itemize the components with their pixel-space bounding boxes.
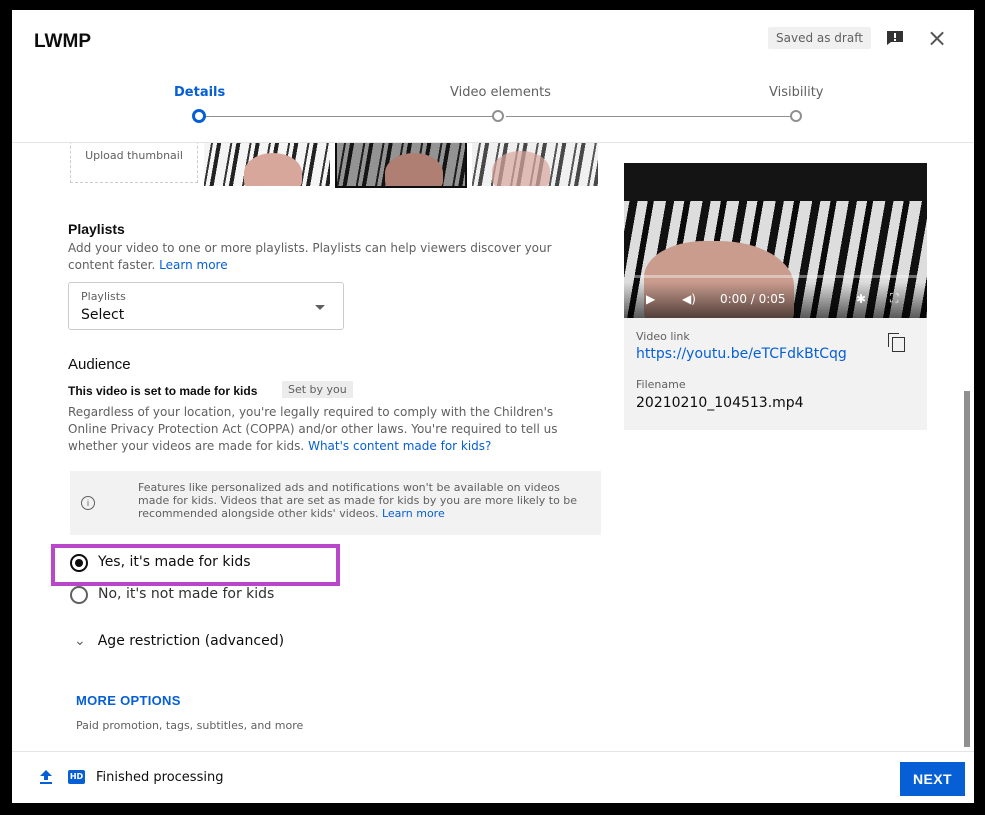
audience-set-line: This video is set to made for kids [68,384,258,398]
hd-icon: HD [68,770,85,784]
next-button[interactable]: NEXT [900,762,965,796]
dropdown-caret-icon [315,305,325,310]
stepper-line [506,116,790,117]
playlists-heading: Playlists [68,221,125,237]
dialog-footer: HD Finished processing NEXT [12,751,974,803]
dialog-title: LWMP [34,31,91,52]
what-is-kids-content-link[interactable]: What's content made for kids? [308,439,491,453]
stepper-line [204,116,492,117]
fullscreen-icon[interactable]: ⛶ [890,291,898,306]
age-restriction-label: Age restriction (advanced) [97,633,285,649]
play-icon[interactable]: ▶ [646,292,655,306]
more-options-button[interactable]: MORE OPTIONS [76,693,181,708]
step-dot-video-elements[interactable] [492,110,504,122]
kids-info-learn-more-link[interactable]: Learn more [382,507,445,520]
upload-thumbnail-button[interactable]: Upload thumbnail [70,143,198,183]
playlists-select-value: Select [81,307,125,323]
processing-status: Finished processing [96,770,224,785]
radio-button[interactable] [70,586,88,604]
filename-label: Filename [636,378,686,391]
scrollbar[interactable] [962,143,974,751]
thumbnail-option-selected[interactable] [335,143,467,188]
video-time: 0:00 / 0:05 [720,292,786,306]
upload-thumbnail-label: Upload thumbnail [85,149,183,162]
volume-icon[interactable]: ◀) [682,292,696,306]
age-restriction-toggle[interactable]: ⌄ Age restriction (advanced) [74,633,284,649]
playlists-learn-more-link[interactable]: Learn more [159,258,227,272]
thumbnail-option[interactable] [204,143,330,186]
audience-description: Regardless of your location, you're lega… [68,404,588,455]
saved-status-badge: Saved as draft [768,27,871,49]
set-by-you-badge: Set by you [282,381,353,398]
tab-visibility[interactable]: Visibility [769,85,823,100]
video-progress-bar[interactable] [634,275,917,278]
video-link[interactable]: https://youtu.be/eTCFdkBtCqg [636,346,847,362]
tab-details[interactable]: Details [174,85,225,100]
video-player[interactable]: ▶ ◀) 0:00 / 0:05 ✱ ⛶ [624,163,927,318]
feedback-icon[interactable] [886,30,904,46]
settings-gear-icon[interactable]: ✱ [856,292,866,306]
kids-info-body: Features like personalized ads and notif… [138,481,578,520]
details-content: Upload thumbnail Playlists Add your vide… [12,143,974,751]
chevron-down-icon: ⌄ [74,633,86,649]
playlists-select-label: Playlists [81,290,126,303]
filename-value: 20210210_104513.mp4 [636,395,804,411]
playlists-description-text: Add your video to one or more playlists.… [68,241,552,272]
stepper: Details Video elements Visibility [12,72,974,143]
scrollbar-thumb[interactable] [964,391,970,747]
playlists-description: Add your video to one or more playlists.… [68,240,588,274]
tab-video-elements[interactable]: Video elements [450,85,551,100]
highlight-box [51,544,340,586]
dialog-header: LWMP Saved as draft × [12,10,974,72]
thumbnail-option[interactable] [472,143,598,186]
video-preview-card: ▶ ◀) 0:00 / 0:05 ✱ ⛶ Video link https://… [624,163,927,430]
playlists-select[interactable]: Playlists Select [68,282,344,330]
copy-icon[interactable] [888,333,905,352]
more-options-description: Paid promotion, tags, subtitles, and mor… [76,719,304,732]
info-icon: i [81,496,95,510]
video-link-label: Video link [636,330,690,343]
upload-icon [40,770,52,784]
kids-info-text: Features like personalized ads and notif… [138,481,588,520]
step-dot-visibility[interactable] [790,110,802,122]
upload-dialog: LWMP Saved as draft × Details Video elem… [12,10,974,803]
step-dot-details[interactable] [192,109,206,123]
audience-heading: Audience [68,356,131,373]
kids-info-box: i Features like personalized ads and not… [70,471,601,535]
close-icon[interactable]: × [926,26,948,50]
radio-no-label: No, it's not made for kids [98,586,275,602]
